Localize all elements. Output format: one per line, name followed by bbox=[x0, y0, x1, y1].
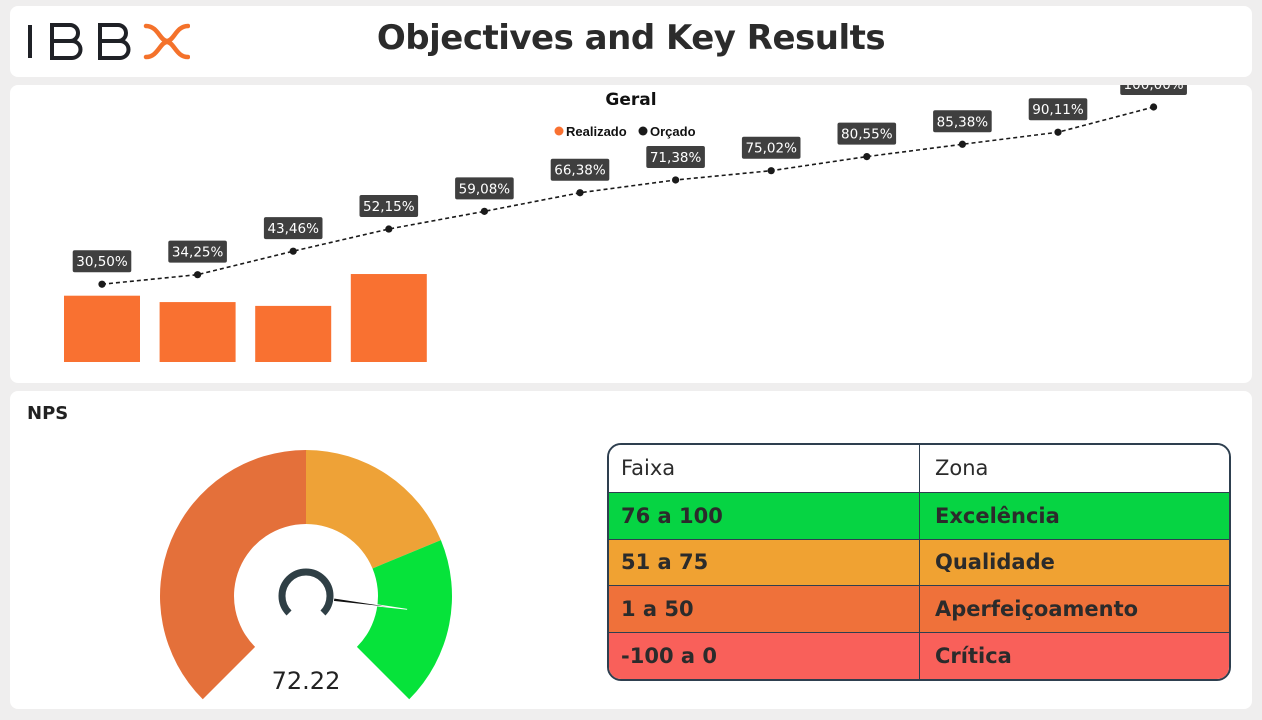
data-label: 85,38% bbox=[933, 110, 992, 133]
zone-range: -100 a 0 bbox=[609, 633, 920, 679]
data-label: 80,55% bbox=[837, 122, 897, 145]
zone-table-header: Faixa Zona bbox=[609, 445, 1229, 492]
page-title: Objectives and Key Results bbox=[376, 18, 886, 58]
header-zona: Zona bbox=[935, 456, 989, 481]
point-orcado bbox=[863, 152, 871, 161]
point-orcado bbox=[194, 271, 202, 279]
nps-gauge: 72.22 bbox=[160, 450, 452, 700]
zone-range: 1 a 50 bbox=[609, 586, 920, 633]
gauge-segment bbox=[160, 450, 306, 700]
bar-realizado bbox=[64, 295, 140, 362]
header-faixa: Faixa bbox=[609, 445, 920, 492]
point-orcado bbox=[480, 207, 488, 215]
data-label: 66,38% bbox=[550, 158, 610, 181]
legend-label: Orçado bbox=[650, 124, 696, 139]
data-label: 59,08% bbox=[455, 177, 514, 200]
zone-name: Aperfeiçoamento bbox=[935, 597, 1139, 622]
point-orcado bbox=[576, 189, 584, 197]
zone-name: Qualidade bbox=[935, 550, 1055, 575]
point-orcado bbox=[958, 140, 967, 148]
legend-marker bbox=[554, 126, 564, 136]
data-label: 90,11% bbox=[1028, 98, 1088, 121]
zone-row-excelencia: 76 a 100 Excelência bbox=[609, 491, 1229, 539]
svg-text:75,02%: 75,02% bbox=[745, 141, 797, 157]
zone-name: Crítica bbox=[935, 644, 1012, 669]
point-orcado bbox=[672, 176, 680, 184]
zone-range: 76 a 100 bbox=[609, 492, 920, 539]
zone-row-qualidade: 51 a 75 Qualidade bbox=[609, 538, 1229, 586]
data-label: 52,15% bbox=[359, 195, 419, 218]
svg-text:80,55%: 80,55% bbox=[841, 127, 893, 143]
data-label: 75,02% bbox=[741, 136, 801, 159]
nps-card: NPS 72.22 Faixa Zona 76 a 100 Excelência… bbox=[10, 391, 1252, 709]
nps-zone-table: Faixa Zona 76 a 100 Excelência 51 a 75 Q… bbox=[607, 443, 1231, 681]
data-label: 71,38% bbox=[646, 145, 705, 168]
point-orcado bbox=[98, 280, 106, 288]
svg-text:34,25%: 34,25% bbox=[172, 245, 224, 261]
data-label: 30,50% bbox=[72, 250, 132, 273]
svg-text:71,38%: 71,38% bbox=[650, 150, 702, 166]
svg-text:59,08%: 59,08% bbox=[459, 181, 511, 197]
gauge-hub bbox=[278, 568, 334, 616]
point-orcado bbox=[289, 247, 297, 255]
chart-legend: Realizado Orçado bbox=[554, 124, 696, 139]
legend-marker bbox=[638, 126, 648, 136]
point-orcado bbox=[767, 167, 775, 175]
header-bar: Objectives and Key Results bbox=[10, 6, 1252, 77]
zone-row-aperfeicoamento: 1 a 50 Aperfeiçoamento bbox=[609, 585, 1229, 633]
bar-realizado bbox=[350, 274, 427, 362]
legend-label: Realizado bbox=[566, 124, 627, 139]
point-orcado bbox=[1150, 103, 1158, 111]
bar-realizado bbox=[159, 302, 236, 362]
zone-range: 51 a 75 bbox=[609, 539, 920, 586]
point-orcado bbox=[385, 225, 393, 233]
zone-row-critica: -100 a 0 Crítica bbox=[609, 632, 1229, 679]
zone-name: Excelência bbox=[935, 503, 1060, 528]
data-label: 100,00% bbox=[1120, 85, 1187, 95]
data-label: 34,25% bbox=[168, 240, 227, 263]
svg-text:43,46%: 43,46% bbox=[267, 221, 319, 237]
okr-chart: Geral Realizado Orçado 30,50% 34,25% 43,46% 52… bbox=[64, 85, 1187, 362]
chart-title: Geral bbox=[605, 90, 656, 110]
svg-text:66,38%: 66,38% bbox=[554, 163, 606, 179]
okr-chart-card: Geral Realizado Orçado 30,50% 34,25% 43,46% 52… bbox=[10, 85, 1252, 383]
line-orcado bbox=[101, 106, 1154, 286]
svg-text:90,11%: 90,11% bbox=[1032, 102, 1084, 118]
svg-text:52,15%: 52,15% bbox=[363, 199, 415, 215]
svg-text:30,50%: 30,50% bbox=[76, 254, 128, 270]
gauge-value: 72.22 bbox=[272, 667, 341, 695]
svg-text:100,00%: 100,00% bbox=[1124, 85, 1184, 93]
point-orcado bbox=[1054, 128, 1062, 136]
data-label: 43,46% bbox=[263, 217, 323, 240]
bar-realizado bbox=[255, 305, 332, 362]
svg-text:85,38%: 85,38% bbox=[937, 114, 989, 130]
